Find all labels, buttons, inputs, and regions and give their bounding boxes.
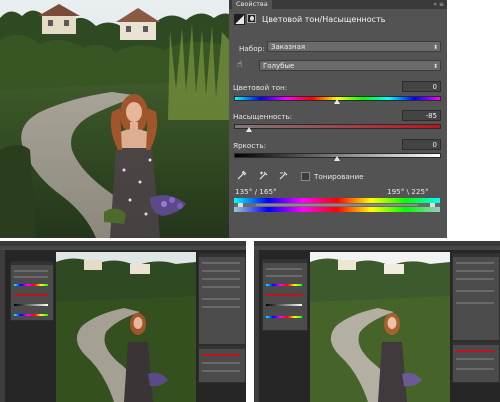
range-middle-bar: [256, 204, 418, 206]
properties-panel-mini: [262, 259, 308, 331]
screenshot-before: [0, 241, 246, 402]
lightness-slider-thumb[interactable]: [333, 156, 340, 161]
hue-label: Цветовой тон:: [233, 83, 288, 92]
properties-panel-mini: [10, 261, 54, 321]
saturation-slider[interactable]: [234, 124, 441, 129]
adjustments-panel-mini: [198, 345, 246, 383]
photo-main: [0, 0, 229, 238]
layers-panel-mini: [198, 253, 246, 345]
properties-panel: Свойства » ≡ Цветовой тон/Насыщенность Н…: [229, 0, 447, 238]
eyedropper-icon[interactable]: [237, 170, 247, 180]
targeted-adjustment-hand-icon[interactable]: ☝: [237, 60, 242, 70]
dropdown-arrows-icon: ⬍: [432, 44, 438, 51]
hue-range-bottom-bar: [234, 207, 440, 212]
canvas-before: [56, 252, 196, 402]
panel-collapse-icon[interactable]: » ≡: [433, 1, 447, 8]
mask-icon[interactable]: [247, 14, 256, 23]
canvas-after: [310, 252, 450, 402]
adjustment-layer-icon: [234, 14, 245, 25]
hue-input[interactable]: 0: [402, 81, 441, 92]
properties-tab[interactable]: Свойства: [232, 0, 272, 9]
lightness-input[interactable]: 0: [402, 139, 441, 150]
tools-panel: [254, 250, 259, 402]
adjustment-title: Цветовой тон/Насыщенность: [262, 15, 386, 24]
panel-header: Свойства » ≡: [229, 0, 447, 9]
adjustment-title-row: Цветовой тон/Насыщенность: [229, 12, 447, 26]
eyedropper-plus-icon[interactable]: [259, 170, 269, 180]
saturation-input[interactable]: -85: [402, 110, 441, 121]
preset-value: Заказная: [271, 43, 306, 51]
range-right-label: 195° \ 225°: [387, 187, 429, 196]
layers-panel-mini: [452, 253, 500, 341]
saturation-label: Насыщенность:: [233, 112, 293, 121]
channel-dropdown[interactable]: Голубые ⬍: [259, 60, 441, 71]
preset-label: Набор:: [239, 44, 265, 53]
eyedropper-minus-icon[interactable]: [279, 170, 289, 180]
photo-road-girl: [0, 0, 229, 238]
lightness-label: Яркость:: [233, 141, 267, 150]
colorize-checkbox[interactable]: [301, 172, 310, 181]
hue-slider-thumb[interactable]: [333, 99, 340, 104]
photo-after-thumb: [310, 252, 450, 402]
options-bar: [254, 246, 500, 250]
range-left-label: 135° / 165°: [235, 187, 277, 196]
colorize-label: Тонирование: [314, 172, 364, 181]
preset-dropdown[interactable]: Заказная ⬍: [267, 41, 441, 52]
photo-before-thumb: [56, 252, 196, 402]
adjustments-panel-mini: [452, 341, 500, 383]
tools-panel: [0, 250, 5, 402]
saturation-slider-thumb[interactable]: [246, 127, 253, 132]
dropdown-arrows-icon: ⬍: [432, 63, 438, 70]
channel-value: Голубые: [263, 62, 295, 70]
options-bar: [0, 246, 246, 250]
screenshot-after: [254, 241, 500, 402]
